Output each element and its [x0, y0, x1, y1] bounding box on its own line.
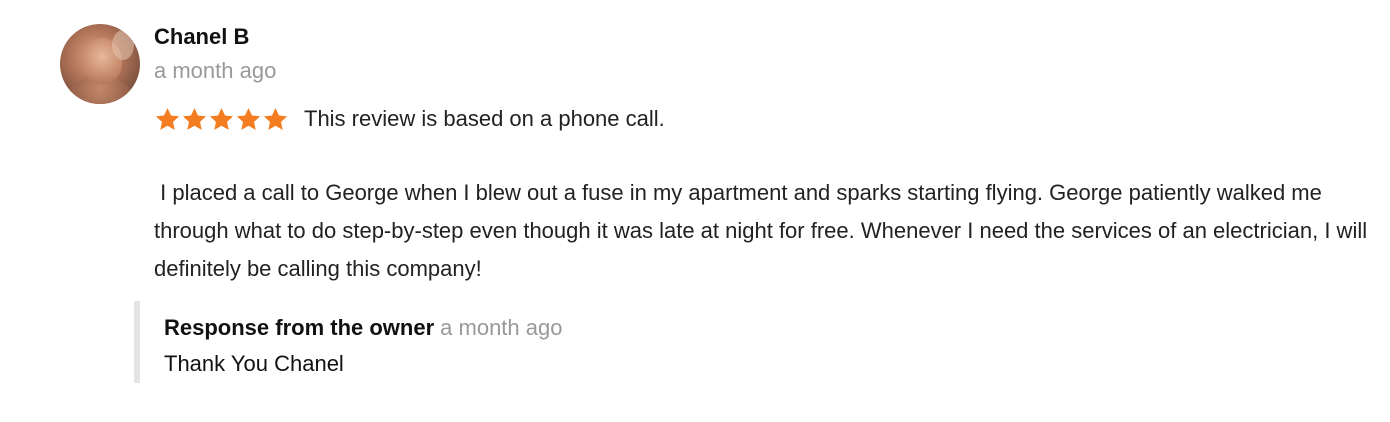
- star-icon: [182, 107, 207, 130]
- owner-response-label: Response from the owner: [164, 315, 435, 340]
- star-rating: [154, 106, 289, 133]
- owner-response-header: Response from the owner a month ago: [164, 315, 562, 341]
- rating-note: This review is based on a phone call.: [304, 106, 665, 131]
- author-name[interactable]: Chanel B: [154, 24, 249, 50]
- avatar[interactable]: [60, 24, 140, 104]
- review-card: Chanel B a month ago This review is base…: [0, 0, 1390, 422]
- owner-response-text: Thank You Chanel: [164, 351, 344, 376]
- review-time: a month ago: [154, 58, 277, 83]
- review-text: I placed a call to George when I blew ou…: [154, 180, 1374, 281]
- owner-response: Response from the owner a month ago Thank…: [134, 301, 840, 383]
- rating-row: This review is based on a phone call.: [154, 103, 665, 135]
- star-icon: [236, 107, 261, 130]
- star-icon: [263, 107, 288, 130]
- star-icon: [209, 107, 234, 130]
- owner-response-time: a month ago: [440, 315, 563, 340]
- star-icon: [155, 107, 180, 130]
